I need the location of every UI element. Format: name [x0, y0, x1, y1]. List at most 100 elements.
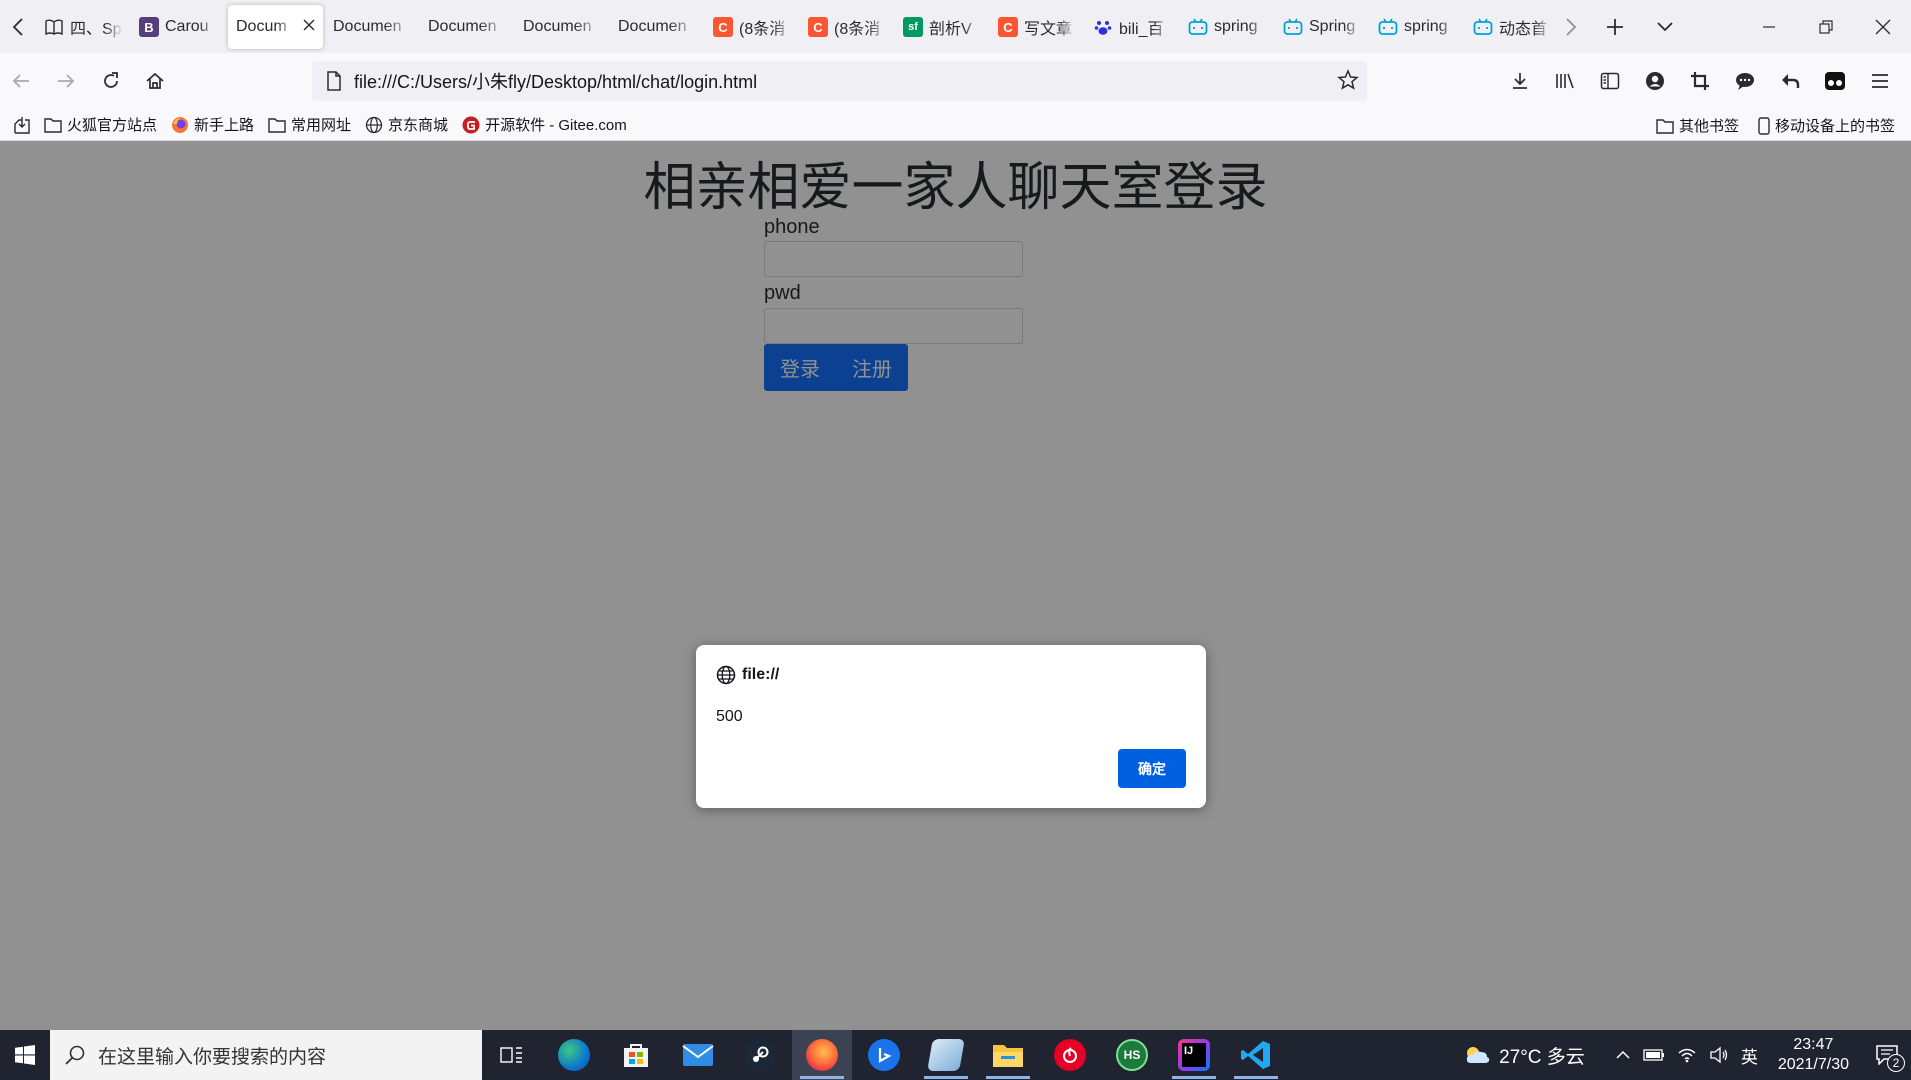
- address-bar[interactable]: file:///C:/Users/小朱fly/Desktop/html/chat…: [312, 61, 1367, 101]
- taskbar-search[interactable]: 在这里输入你要搜索的内容: [50, 1030, 482, 1080]
- start-button[interactable]: [0, 1030, 50, 1080]
- reload-button[interactable]: [91, 61, 131, 101]
- plus-icon: [1607, 19, 1623, 35]
- tab[interactable]: Documen: [515, 5, 610, 49]
- firefox-taskbar-icon[interactable]: [792, 1030, 852, 1080]
- mail-taskbar-icon[interactable]: [668, 1030, 728, 1080]
- new-tab-button[interactable]: [1597, 8, 1633, 46]
- modal-overlay: [0, 141, 1911, 1030]
- globe-icon: [365, 116, 383, 134]
- tab-title: Documen: [428, 18, 497, 35]
- weather-widget[interactable]: 27°C 多云: [1457, 1042, 1591, 1069]
- import-bookmarks-button[interactable]: [0, 116, 44, 134]
- show-hidden-icons-button[interactable]: [1609, 1050, 1637, 1060]
- store-bag-icon: [624, 1044, 648, 1067]
- action-center-button[interactable]: 2: [1863, 1030, 1911, 1080]
- tab[interactable]: 四、Sp: [36, 5, 131, 49]
- sidebar-button[interactable]: [1590, 61, 1630, 101]
- tab[interactable]: B Carou: [131, 5, 226, 49]
- extension-button[interactable]: [1815, 61, 1855, 101]
- battery-indicator[interactable]: [1637, 1049, 1671, 1061]
- undo-extension-button[interactable]: [1770, 61, 1810, 101]
- tab[interactable]: spring: [1180, 5, 1275, 49]
- account-button[interactable]: [1635, 61, 1675, 101]
- edge-taskbar-icon[interactable]: [544, 1030, 604, 1080]
- windows-taskbar: 在这里输入你要搜索的内容 HS IJ 27°C 多云 英 23:47 2021/…: [0, 1030, 1911, 1080]
- bookmark-item[interactable]: 开源软件 - Gitee.com: [462, 114, 627, 135]
- clock-date: 2021/7/30: [1777, 1056, 1849, 1073]
- minimize-button[interactable]: [1741, 0, 1797, 53]
- tab[interactable]: Documen: [420, 5, 515, 49]
- chevron-right-icon: [1566, 18, 1577, 36]
- cloud-icon: [1466, 1047, 1490, 1063]
- bookmark-item[interactable]: 火狐官方站点: [44, 114, 157, 135]
- chat-extension-button[interactable]: [1725, 61, 1765, 101]
- dialog-message: 500: [716, 708, 743, 725]
- other-bookmarks-folder[interactable]: 其他书签: [1656, 115, 1739, 136]
- bookmark-item[interactable]: 常用网址: [268, 114, 351, 135]
- book-icon: [44, 17, 64, 37]
- bookmark-item[interactable]: 京东商城: [365, 114, 448, 135]
- intellij-taskbar-icon[interactable]: IJ: [1164, 1030, 1224, 1080]
- tab-scroll-right-button[interactable]: [1553, 8, 1589, 46]
- forward-button[interactable]: [46, 61, 86, 101]
- bing-taskbar-icon[interactable]: [854, 1030, 914, 1080]
- tab-title: spring: [1404, 18, 1448, 35]
- tab-scroll-left-button[interactable]: [0, 8, 36, 46]
- tab[interactable]: C (8条消: [800, 5, 895, 49]
- tab[interactable]: Documen: [325, 5, 420, 49]
- tab[interactable]: C 写文章: [990, 5, 1085, 49]
- tab[interactable]: C (8条消: [705, 5, 800, 49]
- url-text[interactable]: file:///C:/Users/小朱fly/Desktop/html/chat…: [354, 68, 757, 94]
- screenshot-button[interactable]: [1680, 61, 1720, 101]
- file-explorer-taskbar-icon[interactable]: [978, 1030, 1038, 1080]
- library-button[interactable]: [1545, 61, 1585, 101]
- downloads-button[interactable]: [1500, 61, 1540, 101]
- chevron-up-icon: [1616, 1050, 1630, 1059]
- mobile-bookmarks-label: 移动设备上的书签: [1775, 118, 1896, 135]
- mobile-bookmarks-folder[interactable]: 移动设备上的书签: [1758, 115, 1895, 136]
- clock[interactable]: 23:47 2021/7/30: [1764, 1035, 1863, 1075]
- tab[interactable]: sf 剖析V: [895, 5, 990, 49]
- bilibili-icon: [1473, 17, 1493, 37]
- bookmark-item[interactable]: 新手上路: [171, 114, 254, 135]
- network-indicator[interactable]: [1671, 1047, 1703, 1063]
- speaker-icon: [1710, 1046, 1727, 1064]
- input-method-indicator[interactable]: 英: [1735, 1043, 1764, 1068]
- close-window-button[interactable]: [1855, 0, 1911, 53]
- tab[interactable]: Documen: [610, 5, 705, 49]
- vscode-taskbar-icon[interactable]: [1226, 1030, 1286, 1080]
- steam-taskbar-icon[interactable]: [730, 1030, 790, 1080]
- netease-music-taskbar-icon[interactable]: [1040, 1030, 1100, 1080]
- hs-app-taskbar-icon[interactable]: HS: [1102, 1030, 1162, 1080]
- tab-list: 四、Sp B Carou Docum Documen Documen Documen Docu…: [36, 5, 1576, 49]
- tab[interactable]: 动态首: [1465, 5, 1560, 49]
- bilibili-icon: [1283, 17, 1303, 37]
- tab[interactable]: bili_百: [1085, 5, 1180, 49]
- store-taskbar-icon[interactable]: [606, 1030, 666, 1080]
- tab[interactable]: spring: [1370, 5, 1465, 49]
- firefox-icon: [806, 1039, 838, 1071]
- minimize-icon: [1763, 25, 1775, 28]
- tab-active[interactable]: Docum: [228, 5, 323, 49]
- task-view-button[interactable]: [482, 1030, 542, 1080]
- alert-dialog: file:// 500 确定: [696, 645, 1206, 808]
- list-all-tabs-button[interactable]: [1647, 8, 1683, 46]
- restore-button[interactable]: [1798, 0, 1854, 53]
- dialog-ok-button[interactable]: 确定: [1118, 749, 1186, 788]
- menu-button[interactable]: [1860, 61, 1900, 101]
- music-icon: [1054, 1039, 1086, 1071]
- navigation-toolbar: file:///C:/Users/小朱fly/Desktop/html/chat…: [0, 53, 1911, 109]
- task-view-icon: [500, 1047, 522, 1063]
- vscode-icon: [1241, 1041, 1270, 1069]
- bookmark-star-button[interactable]: [1337, 69, 1359, 96]
- close-tab-icon[interactable]: [303, 18, 315, 36]
- volume-indicator[interactable]: [1703, 1046, 1735, 1064]
- notes-taskbar-icon[interactable]: [916, 1030, 976, 1080]
- home-button[interactable]: [135, 61, 175, 101]
- tab[interactable]: Spring: [1275, 5, 1370, 49]
- arrow-left-icon: [12, 74, 29, 88]
- search-placeholder: 在这里输入你要搜索的内容: [98, 1046, 327, 1068]
- back-button[interactable]: [1, 61, 41, 101]
- chevron-left-icon: [12, 18, 23, 36]
